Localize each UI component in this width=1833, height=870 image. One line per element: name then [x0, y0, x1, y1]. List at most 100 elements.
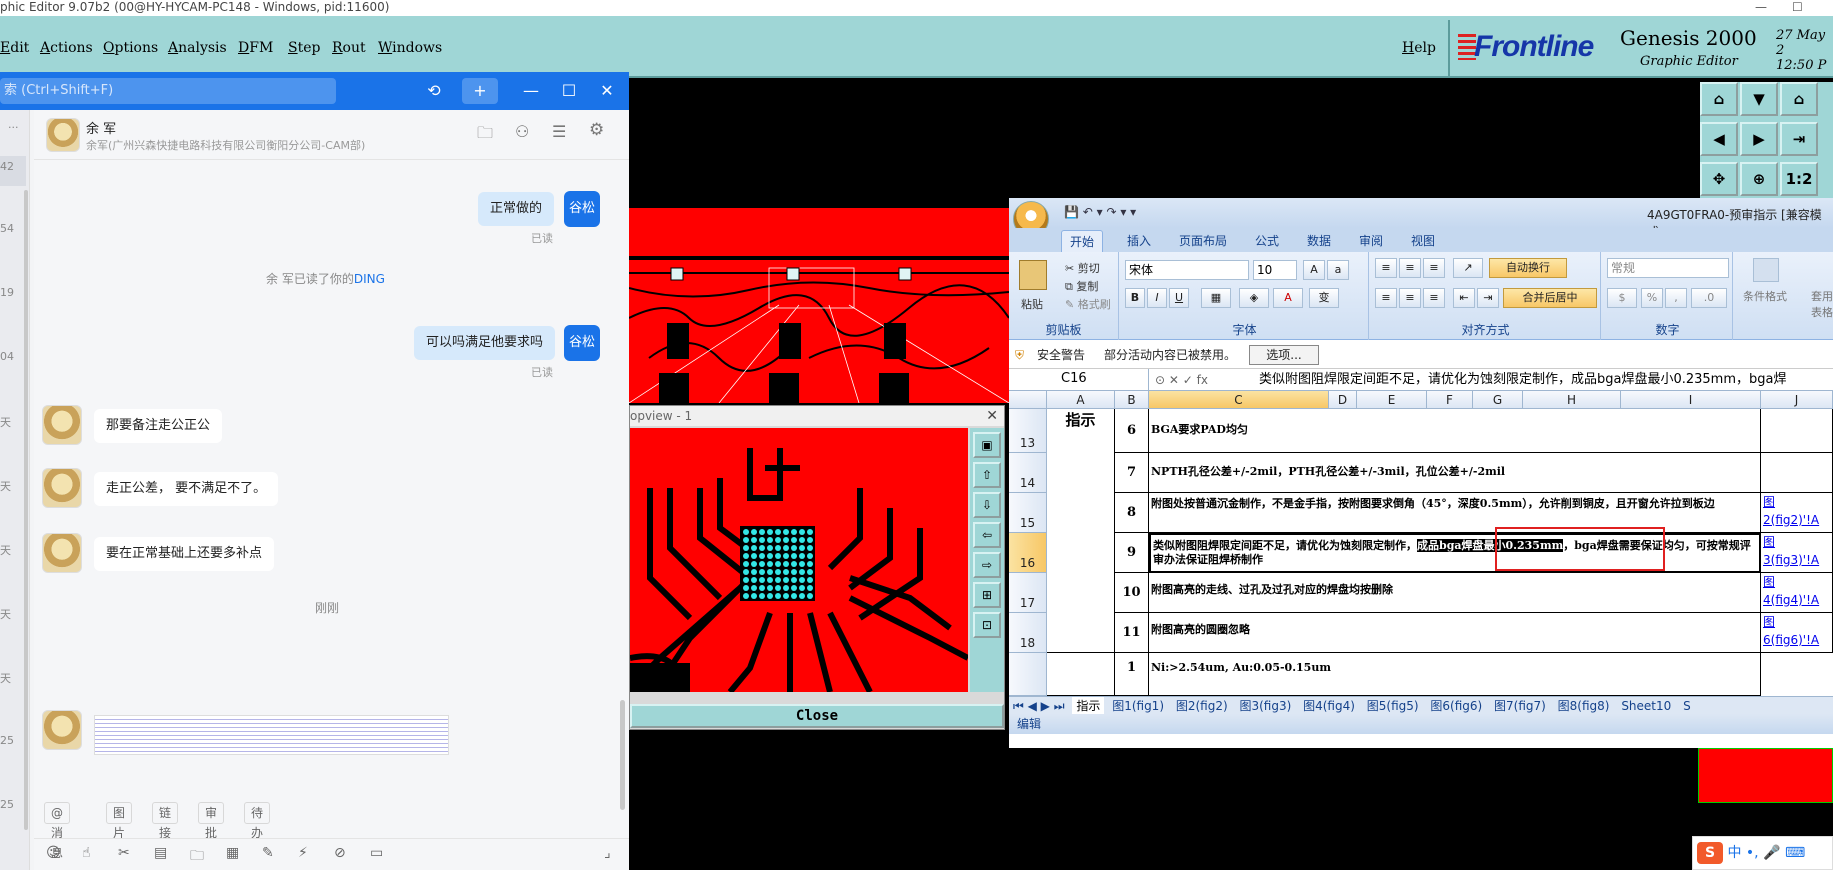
- add-member-icon[interactable]: ⚇: [515, 122, 529, 141]
- sheet-tab[interactable]: S: [1679, 697, 1695, 714]
- pan-right-icon[interactable]: ⇨: [973, 552, 1001, 578]
- settings-gear-icon[interactable]: ⚙: [589, 120, 604, 140]
- item-number-cell[interactable]: 6: [1115, 409, 1149, 453]
- item-number-cell[interactable]: 11: [1115, 613, 1149, 653]
- chat-message-received[interactable]: 要在正常基础上还要多补点: [94, 537, 275, 571]
- chat-search-input[interactable]: 索 (Ctrl+Shift+F): [0, 78, 336, 104]
- column-header[interactable]: F: [1427, 391, 1473, 409]
- menu-rout[interactable]: Rout: [332, 40, 366, 56]
- tab-home[interactable]: 开始: [1061, 230, 1104, 252]
- menu-analysis[interactable]: Analysis: [168, 40, 227, 56]
- screen-icon[interactable]: ▭: [370, 845, 383, 861]
- sheet-tab[interactable]: 图4(fig4): [1299, 697, 1359, 714]
- pcb-graphic-canvas[interactable]: [629, 208, 1009, 403]
- chat-message-sent[interactable]: 正常做的: [478, 192, 555, 226]
- instruction-cell[interactable]: 附图处按普通沉金制作，不是金手指，按附图要求倒角（45°，深度0.5mm），允许…: [1149, 493, 1761, 533]
- maximize-button[interactable]: ☐: [1792, 0, 1803, 14]
- column-header[interactable]: E: [1357, 391, 1427, 409]
- worksheet-grid[interactable]: A B C D E F G H I J 13 14 15 16 17 18 指示…: [1009, 391, 1833, 696]
- align-bottom-icon[interactable]: ≡: [1423, 258, 1445, 278]
- link-cell[interactable]: [1761, 453, 1833, 493]
- chat-message-received[interactable]: 走正公差， 要不满足不了。: [94, 472, 279, 506]
- contact-avatar[interactable]: [46, 118, 80, 152]
- figure-link[interactable]: 图 4(fig4)'!A: [1761, 573, 1833, 613]
- menu-options[interactable]: Options: [103, 40, 158, 56]
- sogou-ime-icon[interactable]: S: [1697, 842, 1723, 864]
- link-cell[interactable]: [1761, 409, 1833, 453]
- instruction-cell[interactable]: BGA要求PAD均匀: [1149, 409, 1761, 453]
- column-header[interactable]: A: [1047, 391, 1115, 409]
- add-icon[interactable]: +: [462, 78, 498, 104]
- bold-icon[interactable]: B: [1125, 288, 1145, 308]
- underline-icon[interactable]: U: [1169, 288, 1189, 308]
- pan-left-icon[interactable]: ⇦: [973, 522, 1001, 548]
- sheet-tab[interactable]: Sheet10: [1617, 697, 1675, 714]
- section-label-cell[interactable]: 指示: [1047, 409, 1115, 653]
- row-header[interactable]: 15: [1009, 493, 1047, 533]
- tab-view[interactable]: 视图: [1403, 230, 1443, 252]
- decrease-indent-icon[interactable]: ⇤: [1453, 288, 1475, 308]
- menu-windows[interactable]: Windows: [378, 40, 442, 56]
- lightning-icon[interactable]: ⚡: [298, 845, 308, 861]
- sheet-tab[interactable]: 图8(fig8): [1554, 697, 1614, 714]
- sheet-tab[interactable]: 图2(fig2): [1172, 697, 1232, 714]
- row-header[interactable]: [1009, 653, 1047, 696]
- number-format-select[interactable]: 常规: [1607, 258, 1729, 278]
- figure-link[interactable]: 图 3(fig3)'!A: [1761, 533, 1833, 573]
- instruction-cell[interactable]: NPTH孔径公差+/-2mil，PTH孔径公差+/-3mil，孔位公差+/-2m…: [1149, 453, 1761, 493]
- tab-insert[interactable]: 插入: [1119, 230, 1159, 252]
- calendar-icon[interactable]: ▦: [226, 845, 239, 861]
- sheet-tab[interactable]: 图1(fig1): [1108, 697, 1168, 714]
- zoom-out-icon[interactable]: ⊡: [973, 612, 1001, 638]
- zoom-home-icon[interactable]: ⌂: [1700, 82, 1738, 116]
- align-top-icon[interactable]: ≡: [1375, 258, 1397, 278]
- folder-icon[interactable]: 🗀: [477, 122, 493, 149]
- maximize-icon[interactable]: ☐: [556, 78, 582, 104]
- row-header[interactable]: 13: [1009, 409, 1047, 453]
- image-button[interactable]: 图片: [106, 802, 133, 840]
- align-left-icon[interactable]: ≡: [1375, 288, 1397, 308]
- instruction-cell-selected[interactable]: 类似附图阻焊限定间距不足，请优化为蚀刻限定制作，成品bga焊盘最小0.235mm…: [1149, 533, 1761, 573]
- chat-scrollbar[interactable]: [620, 700, 625, 810]
- edit-icon[interactable]: ✎: [262, 845, 274, 861]
- search-history-icon[interactable]: ☰: [552, 122, 566, 141]
- formula-fx-icon[interactable]: ⊙ ✕ ✓ fx: [1155, 369, 1233, 391]
- options-button[interactable]: 选项...: [1249, 345, 1319, 365]
- item-number-cell[interactable]: 1: [1115, 653, 1149, 696]
- merge-center-button[interactable]: 合并后居中: [1503, 288, 1597, 308]
- sheet-tab[interactable]: 指示: [1072, 697, 1105, 714]
- zoom-fit-icon[interactable]: ▣: [973, 432, 1001, 458]
- increase-indent-icon[interactable]: ⇥: [1477, 288, 1499, 308]
- phonetic-icon[interactable]: 变: [1309, 288, 1339, 308]
- minimize-icon[interactable]: —: [518, 78, 544, 104]
- history-icon[interactable]: ⟲: [421, 78, 447, 104]
- font-color-icon[interactable]: A: [1273, 288, 1303, 308]
- scissors-icon[interactable]: ✂: [118, 845, 130, 861]
- column-header[interactable]: G: [1473, 391, 1523, 409]
- cut-button[interactable]: ✂ 剪切: [1065, 260, 1100, 276]
- item-number-cell[interactable]: 7: [1115, 453, 1149, 493]
- conditional-format-icon[interactable]: [1753, 258, 1779, 282]
- close-icon[interactable]: ✕: [986, 406, 998, 426]
- image-message-thumbnail[interactable]: [94, 715, 449, 755]
- figure-link[interactable]: 图 6(fig6)'!A: [1761, 613, 1833, 653]
- conversation-list-strip[interactable]: ... 42 54 19 04 天 天 天 天 天 25 25: [0, 110, 30, 870]
- table-cell[interactable]: [1047, 653, 1115, 696]
- column-header[interactable]: H: [1523, 391, 1621, 409]
- mention-button[interactable]: @消息: [44, 802, 71, 860]
- instruction-cell[interactable]: 附图高亮的走线、过孔及过孔对应的焊盘均按删除: [1149, 573, 1761, 613]
- sheet-tab[interactable]: 图6(fig6): [1426, 697, 1486, 714]
- border-icon[interactable]: ▦: [1201, 288, 1231, 308]
- more-dots[interactable]: ...: [8, 118, 19, 131]
- font-size-select[interactable]: 10: [1253, 260, 1297, 280]
- align-center-icon[interactable]: ≡: [1399, 288, 1421, 308]
- chat-message-sent[interactable]: 可以吗满足他要求吗: [414, 326, 556, 360]
- name-box[interactable]: C16: [1009, 369, 1149, 391]
- format-painter-button[interactable]: ✎ 格式刷: [1065, 296, 1111, 312]
- instruction-cell[interactable]: 附图高亮的圆圈忽略: [1149, 613, 1761, 653]
- pan-down-icon[interactable]: ▼: [1740, 82, 1778, 116]
- copy-button[interactable]: ⧉ 复制: [1065, 278, 1098, 294]
- contact-avatar[interactable]: [42, 405, 82, 445]
- menu-dfm[interactable]: DFM: [238, 40, 273, 56]
- pan-right-icon[interactable]: ▶: [1740, 122, 1778, 156]
